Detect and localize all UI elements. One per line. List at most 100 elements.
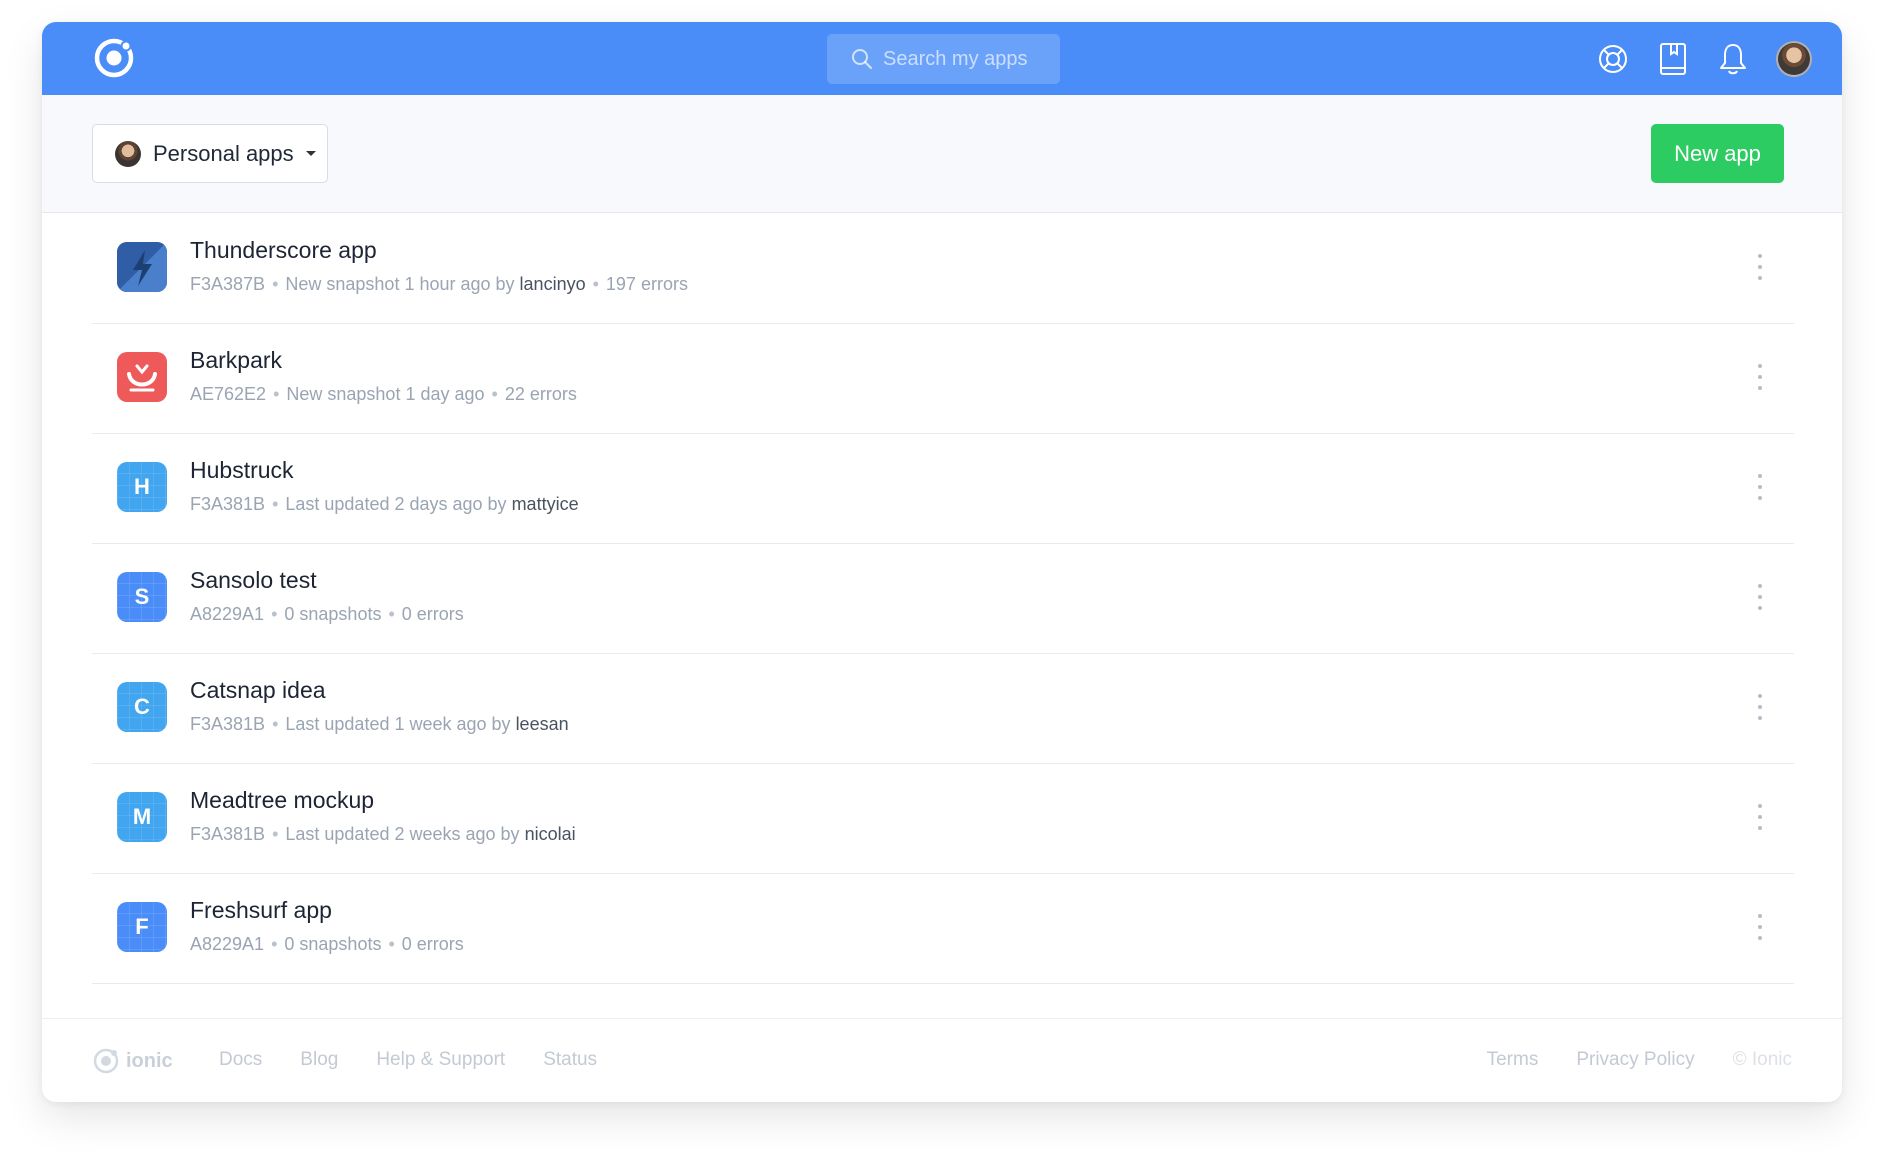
footer-brand[interactable]: ionic (92, 1047, 173, 1075)
app-row[interactable]: C Catsnap idea F3A381B • Last updated 1 week… (92, 654, 1794, 764)
footer-link-terms[interactable]: Terms (1487, 1049, 1539, 1071)
more-options-icon[interactable] (1752, 470, 1768, 504)
app-name[interactable]: Barkpark (190, 347, 282, 374)
app-icon-bowl-icon (117, 352, 167, 402)
app-meta: A8229A1 • 0 snapshots • 0 errors (190, 604, 464, 625)
apps-toolbar: Personal apps New app (42, 95, 1842, 213)
scope-label: Personal apps (153, 140, 294, 166)
separator-dot: • (272, 714, 279, 734)
app-user[interactable]: mattyice (512, 494, 579, 514)
user-avatar[interactable] (1776, 40, 1812, 77)
separator-dot: • (388, 604, 395, 624)
more-options-icon[interactable] (1752, 690, 1768, 724)
app-status: 0 snapshots (284, 604, 382, 624)
app-status: New snapshot 1 hour ago by (285, 274, 515, 294)
app-user[interactable]: leesan (516, 714, 569, 734)
app-row[interactable]: Barkpark AE762E2 • New snapshot 1 day ago • 2… (92, 324, 1794, 434)
caret-down-icon (305, 151, 316, 156)
ionic-logo-icon[interactable] (92, 36, 136, 80)
app-status: New snapshot 1 day ago (286, 384, 485, 404)
footer-link-docs[interactable]: Docs (219, 1049, 262, 1071)
scope-dropdown[interactable]: Personal apps (92, 124, 328, 183)
app-icon-letter: S (134, 584, 150, 609)
footer-link-privacy-policy[interactable]: Privacy Policy (1576, 1049, 1694, 1071)
app-row[interactable]: F Freshsurf app A8229A1 • 0 snapshots • 0 erro… (92, 874, 1794, 984)
app-icon-letter-h-icon: H (117, 462, 167, 512)
app-errors: 22 errors (504, 384, 577, 404)
app-status: Last updated 1 week ago by (285, 714, 511, 734)
app-status: Last updated 2 weeks ago by (285, 824, 520, 844)
top-navbar: Search my apps (42, 22, 1842, 95)
footer-links: Docs Blog Help & Support Status (219, 1049, 597, 1071)
copyright: © Ionic (1732, 1049, 1792, 1070)
app-meta: F3A381B • Last updated 1 week ago by leesa… (190, 714, 569, 735)
separator-dot: • (272, 824, 279, 844)
app-errors: 0 errors (401, 604, 464, 624)
app-id: F3A381B (190, 494, 266, 514)
app-status: 0 snapshots (284, 934, 382, 954)
more-options-icon[interactable] (1752, 910, 1768, 944)
search-input[interactable]: Search my apps (827, 34, 1060, 84)
app-id: F3A387B (190, 274, 266, 294)
app-row[interactable]: S Sansolo test A8229A1 • 0 snapshots • 0 error… (92, 544, 1794, 654)
book-icon[interactable] (1656, 42, 1690, 76)
separator-dot: • (272, 274, 279, 294)
app-errors: 0 errors (401, 934, 464, 954)
app-row[interactable]: Thunderscore app F3A387B • New snapshot 1 h… (92, 214, 1794, 324)
app-user[interactable]: nicolai (525, 824, 576, 844)
app-id: A8229A1 (190, 934, 265, 954)
app-icon-letter-m-icon: M (117, 792, 167, 842)
footer-link-status[interactable]: Status (543, 1049, 597, 1071)
footer: ionic Docs Blog Help & Support Status Te… (42, 1018, 1842, 1102)
lifebuoy-icon[interactable] (1596, 42, 1630, 76)
separator-dot: • (273, 384, 280, 404)
search-icon (852, 49, 872, 69)
app-row[interactable]: H Hubstruck F3A381B • Last updated 2 days ag… (92, 434, 1794, 544)
app-errors: 197 errors (605, 274, 688, 294)
ionic-logo-icon (93, 1048, 119, 1074)
app-name[interactable]: Meadtree mockup (190, 787, 374, 814)
app-meta: F3A387B • New snapshot 1 hour ago by lanci… (190, 274, 688, 295)
app-name[interactable]: Catsnap idea (190, 677, 326, 704)
separator-dot: • (592, 274, 599, 294)
app-name[interactable]: Sansolo test (190, 567, 317, 594)
app-id: F3A381B (190, 824, 266, 844)
footer-legal: Terms Privacy Policy © Ionic (1487, 1049, 1792, 1071)
app-icon-letter: H (134, 474, 150, 499)
more-options-icon[interactable] (1752, 250, 1768, 284)
app-list: Thunderscore app F3A387B • New snapshot 1 h… (92, 214, 1794, 984)
app-name[interactable]: Freshsurf app (190, 897, 332, 924)
app-id: A8229A1 (190, 604, 265, 624)
app-icon-letter: M (132, 804, 152, 829)
app-icon-bolt-icon (117, 242, 167, 292)
footer-brand-label: ionic (126, 1049, 173, 1072)
search-placeholder: Search my apps (883, 47, 1028, 70)
more-options-icon[interactable] (1752, 580, 1768, 614)
separator-dot: • (388, 934, 395, 954)
separator-dot: • (271, 604, 278, 624)
more-options-icon[interactable] (1752, 360, 1768, 394)
avatar (115, 140, 141, 167)
top-icon-group (1596, 22, 1812, 95)
app-icon-letter: C (134, 694, 150, 719)
new-app-button[interactable]: New app (1651, 124, 1784, 183)
app-user[interactable]: lancinyo (520, 274, 586, 294)
app-meta: F3A381B • Last updated 2 days ago by matty… (190, 494, 579, 515)
app-icon-letter-s-icon: S (117, 572, 167, 622)
app-meta: AE762E2 • New snapshot 1 day ago • 22 errors (190, 384, 577, 405)
app-window: Search my apps Personal apps New app Thu… (42, 22, 1842, 1102)
app-id: AE762E2 (190, 384, 267, 404)
app-name[interactable]: Hubstruck (190, 457, 294, 484)
separator-dot: • (491, 384, 498, 404)
app-id: F3A381B (190, 714, 266, 734)
app-icon-letter: F (135, 914, 149, 939)
footer-link-blog[interactable]: Blog (300, 1049, 338, 1071)
footer-link-help-support[interactable]: Help & Support (376, 1049, 505, 1071)
more-options-icon[interactable] (1752, 800, 1768, 834)
app-name[interactable]: Thunderscore app (190, 237, 377, 264)
app-meta: A8229A1 • 0 snapshots • 0 errors (190, 934, 464, 955)
bell-icon[interactable] (1716, 42, 1750, 76)
app-row[interactable]: M Meadtree mockup F3A381B • Last updated 2 w… (92, 764, 1794, 874)
app-icon-letter-f-icon: F (117, 902, 167, 952)
app-icon-letter-c-icon: C (117, 682, 167, 732)
